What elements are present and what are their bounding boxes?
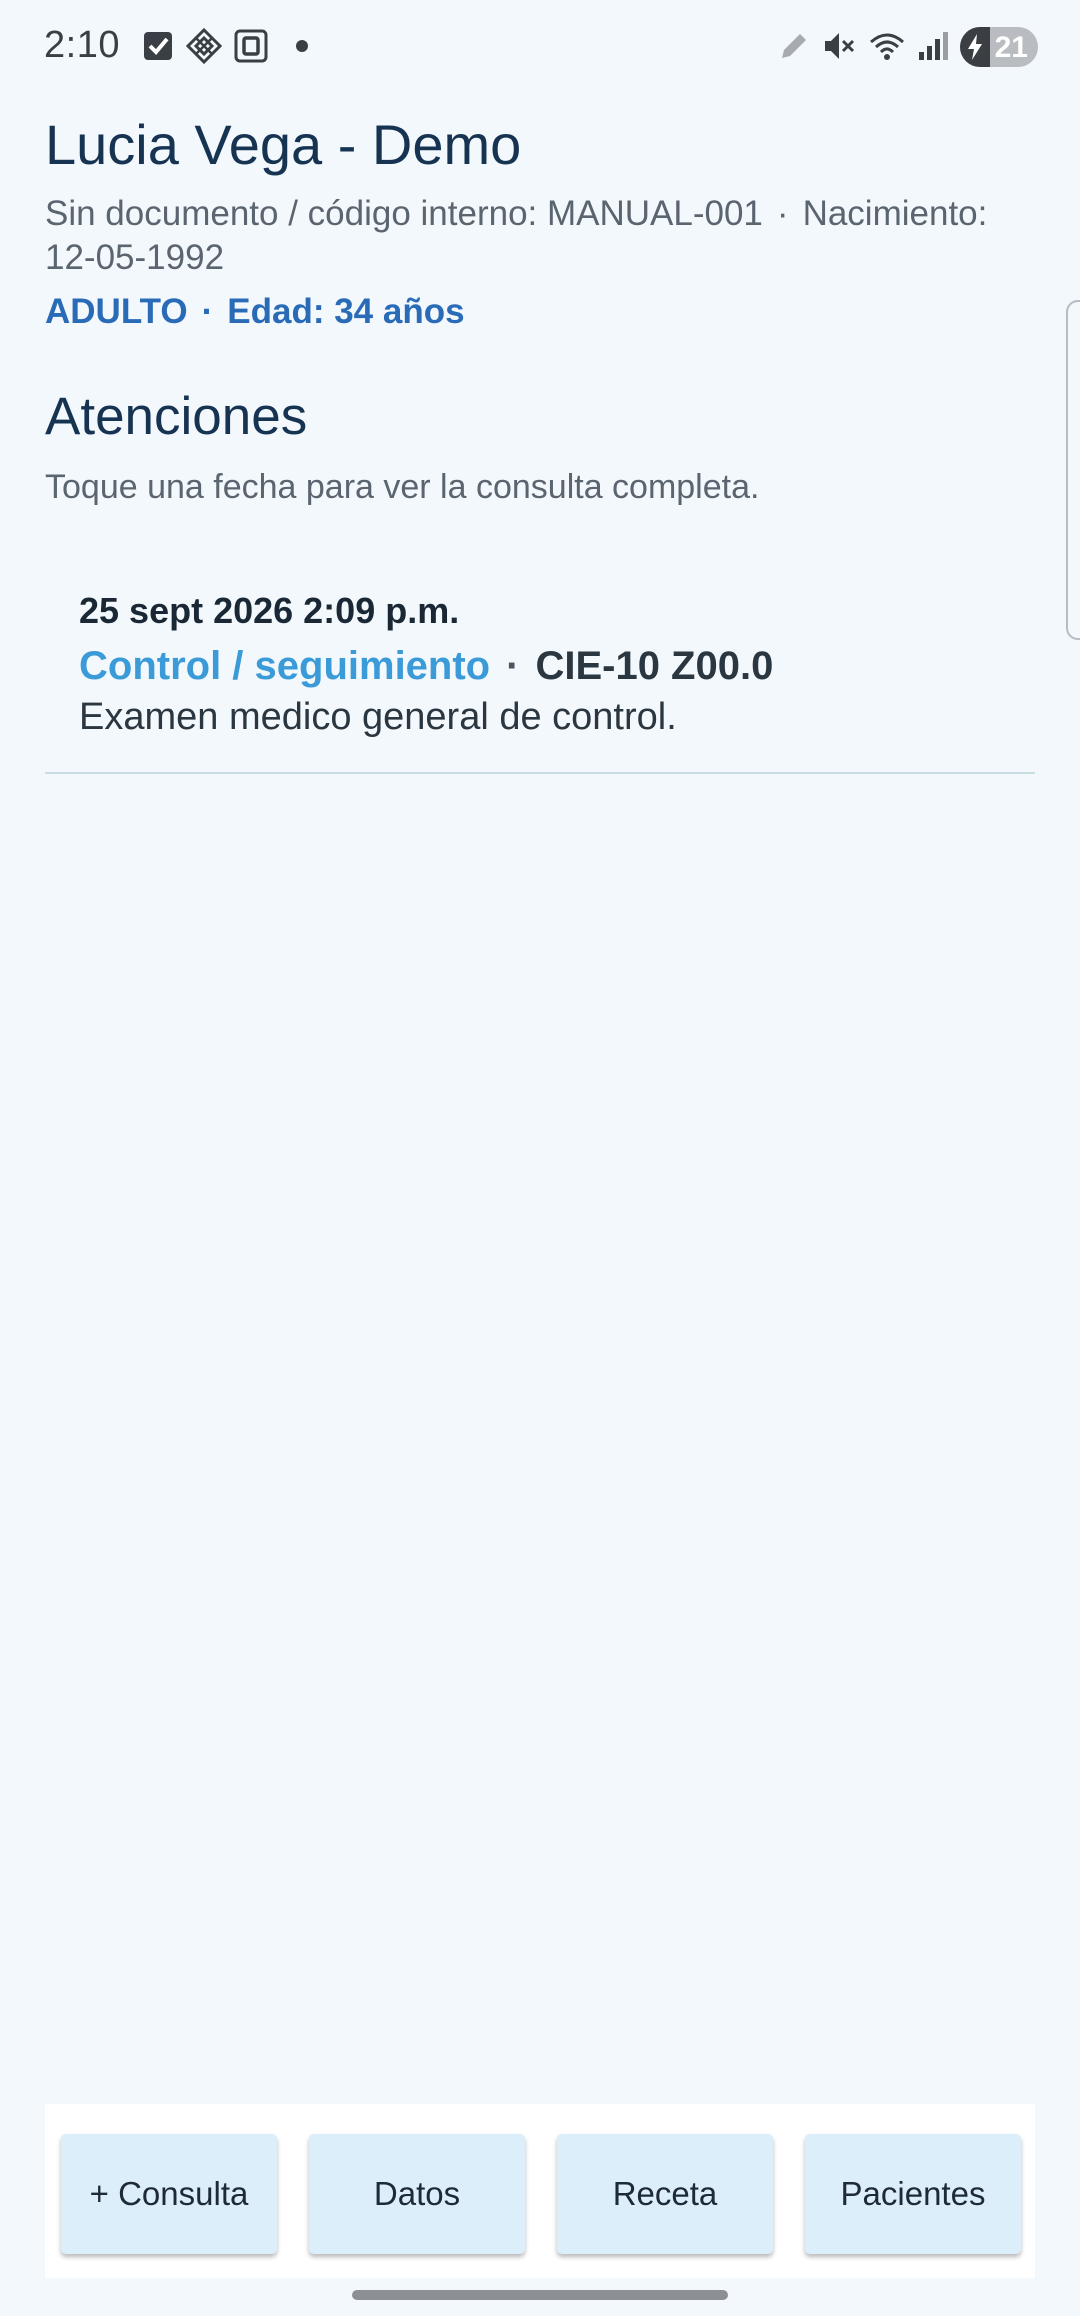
pencil-icon <box>782 34 806 58</box>
wifi-icon <box>870 33 904 60</box>
record-description: Examen medico general de control. <box>79 696 677 738</box>
section-hint: Toque una fecha para ver la consulta com… <box>45 468 760 506</box>
patient-meta: Sin documento / código interno: MANUAL-0… <box>45 192 1045 280</box>
bottom-action-bar: + Consulta Datos Receta Pacientes <box>45 2104 1035 2278</box>
charging-bolt-icon <box>968 34 982 60</box>
patient-category: ADULTO <box>45 292 188 331</box>
battery-level-text: 21 <box>994 31 1028 64</box>
signal-icon <box>919 32 948 60</box>
patient-tags: ADULTO · Edad: 34 años <box>45 292 465 332</box>
record-diagnosis-code: CIE-10 Z00.0 <box>535 644 774 688</box>
mute-icon <box>825 33 855 59</box>
checkbox-icon <box>144 32 172 60</box>
prescription-button[interactable]: Receta <box>557 2134 773 2254</box>
diamond-grid-icon <box>186 28 222 64</box>
patient-document: Sin documento / código interno: MANUAL-0… <box>45 194 763 233</box>
meta-separator: · <box>776 194 789 233</box>
data-button[interactable]: Datos <box>309 2134 525 2254</box>
record-date[interactable]: 25 sept 2026 2:09 p.m. <box>79 590 459 632</box>
scrollbar[interactable] <box>1066 300 1080 640</box>
square-frame-icon <box>234 29 268 63</box>
status-time: 2:10 <box>44 24 120 66</box>
patients-button[interactable]: Pacientes <box>805 2134 1021 2254</box>
new-consult-button[interactable]: + Consulta <box>61 2134 277 2254</box>
section-title: Atenciones <box>45 387 308 446</box>
patient-name: Lucia Vega - Demo <box>45 113 522 176</box>
dot-icon <box>296 40 308 52</box>
record-summary: Control / seguimiento · CIE-10 Z00.0 <box>79 644 773 689</box>
record-type: Control / seguimiento <box>79 644 491 688</box>
battery-indicator: 21 <box>960 27 1038 67</box>
patient-age: Edad: 34 años <box>227 292 465 331</box>
record-separator: · <box>506 644 520 688</box>
home-indicator[interactable] <box>352 2290 728 2300</box>
attention-record[interactable]: 25 sept 2026 2:09 p.m. Control / seguimi… <box>45 570 1035 774</box>
tag-separator: · <box>201 292 214 331</box>
status-bar: 2:10 21 <box>0 0 1080 96</box>
